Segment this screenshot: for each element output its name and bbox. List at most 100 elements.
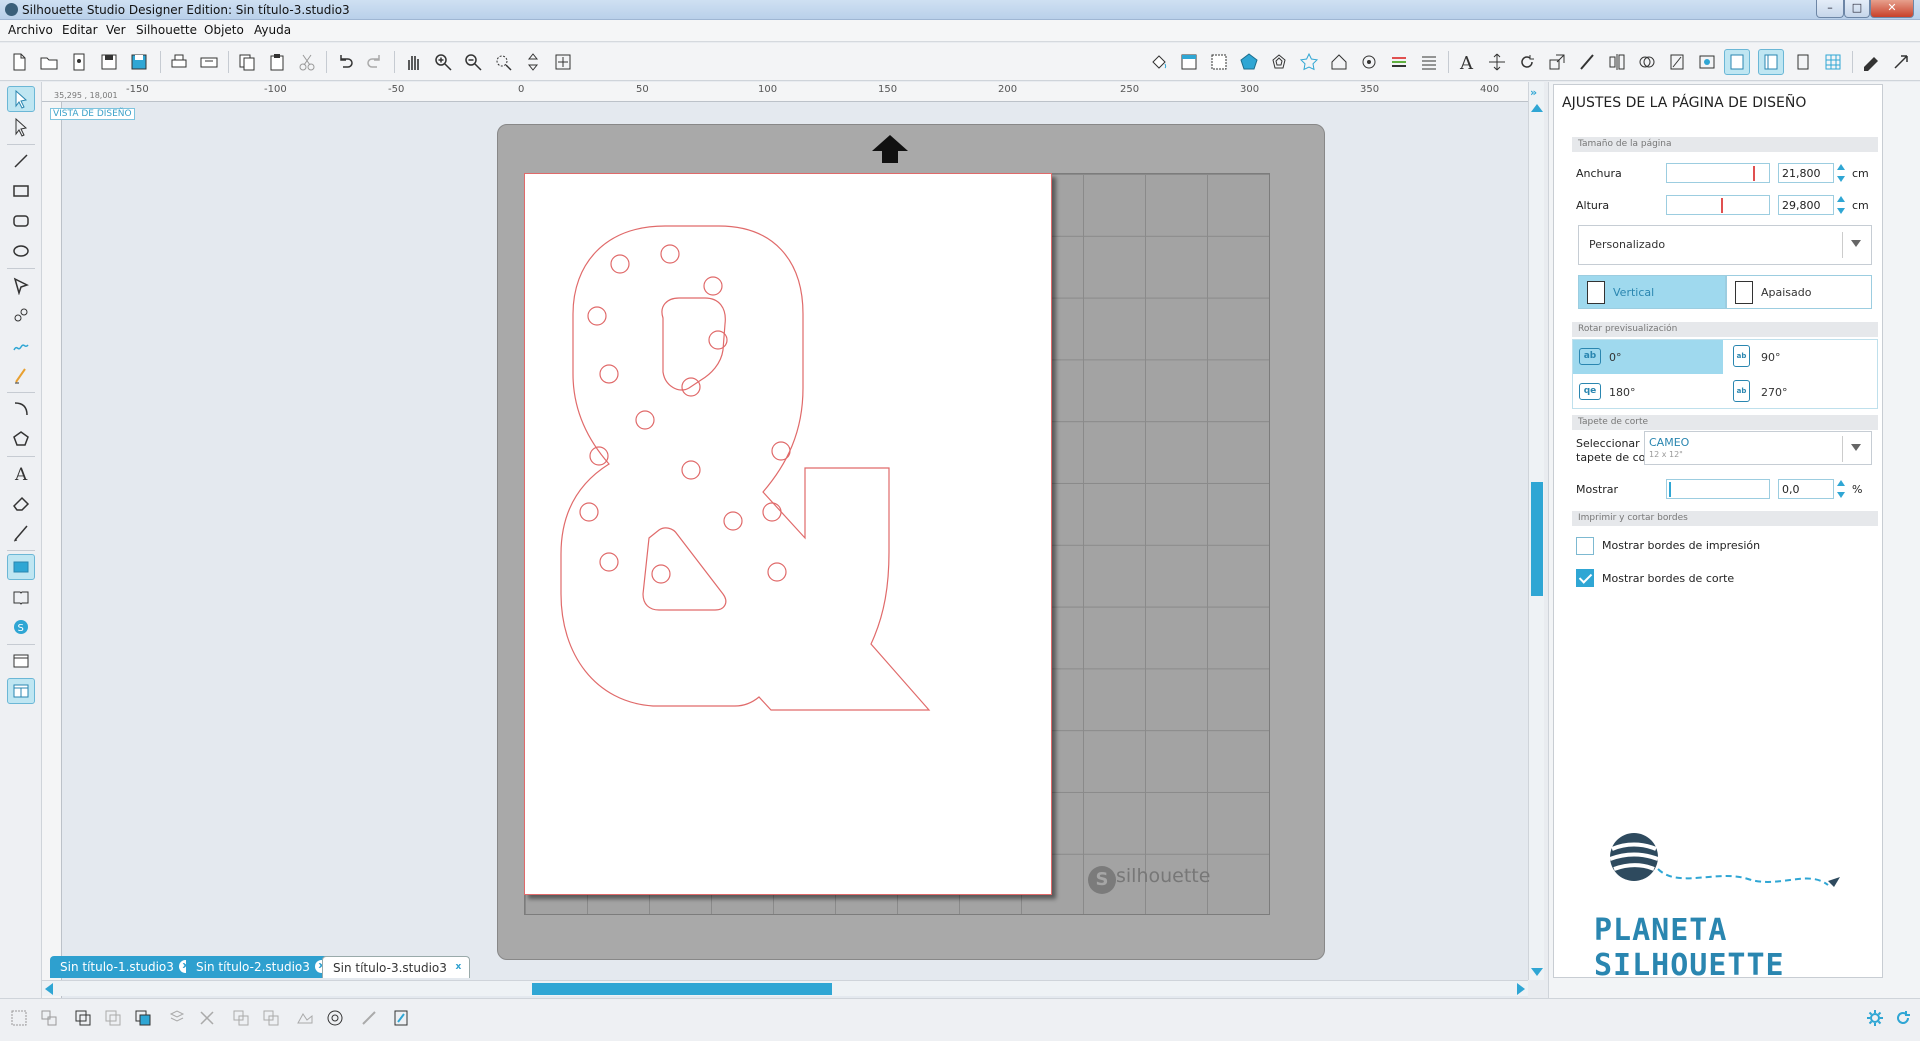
library-view-icon[interactable] — [7, 584, 35, 610]
send-icon[interactable] — [196, 49, 222, 75]
pan-icon[interactable] — [400, 49, 426, 75]
tab-document-2[interactable]: Sin título-2.studio3 x — [186, 956, 332, 978]
new-doc-icon[interactable] — [6, 49, 32, 75]
zoom-select-icon[interactable] — [490, 49, 516, 75]
drag-zoom-icon[interactable] — [520, 49, 546, 75]
scroll-up-icon[interactable] — [1531, 104, 1543, 112]
knife-icon[interactable] — [1664, 49, 1690, 75]
polygon-tool-icon[interactable] — [7, 272, 35, 298]
width-slider[interactable] — [1666, 163, 1770, 183]
compound-path-icon[interactable] — [70, 1005, 96, 1031]
close-button[interactable]: ✕ — [1870, 0, 1914, 18]
store-view-icon[interactable]: S — [7, 614, 35, 640]
smooth-freehand-tool-icon[interactable] — [7, 362, 35, 388]
menu-editar[interactable]: Editar — [62, 23, 98, 37]
menu-objeto[interactable]: Objeto — [204, 23, 244, 37]
send-to-cut-icon[interactable] — [388, 1005, 414, 1031]
ungroup-icon[interactable] — [36, 1005, 62, 1031]
font-icon[interactable]: A — [1454, 49, 1480, 75]
width-slider-handle[interactable] — [1753, 166, 1755, 181]
send-silhouette-icon[interactable] — [1858, 49, 1884, 75]
refresh-icon[interactable] — [1890, 1005, 1916, 1031]
rotate-90-option[interactable]: ab 90° — [1725, 340, 1875, 374]
rectangle-tool-icon[interactable] — [7, 178, 35, 204]
offset-target-icon[interactable] — [322, 1005, 348, 1031]
menu-ver[interactable]: Ver — [106, 23, 126, 37]
group-icon[interactable] — [6, 1005, 32, 1031]
arc-tool-icon[interactable] — [7, 396, 35, 422]
fit-page-icon[interactable] — [550, 49, 576, 75]
copy-icon[interactable] — [234, 49, 260, 75]
height-slider[interactable] — [1666, 195, 1770, 215]
rotate-180-option[interactable]: qe 180° — [1573, 375, 1723, 409]
house-icon[interactable] — [1326, 49, 1352, 75]
mat-opacity-slider[interactable] — [1666, 479, 1770, 499]
vertical-scroll-thumb[interactable] — [1531, 482, 1543, 596]
star-icon[interactable] — [1296, 49, 1322, 75]
release-compound-icon[interactable] — [100, 1005, 126, 1031]
save-icon[interactable] — [96, 49, 122, 75]
ellipse-tool-icon[interactable] — [7, 238, 35, 264]
vertical-scrollbar[interactable]: » — [1528, 82, 1544, 980]
point-edit-tool-icon[interactable] — [7, 114, 35, 140]
rotate-icon[interactable] — [1514, 49, 1540, 75]
design-page-view-icon[interactable] — [7, 554, 35, 580]
settings-gear-icon[interactable] — [1862, 1005, 1888, 1031]
fill-pattern-icon[interactable] — [292, 1005, 318, 1031]
scroll-left-icon[interactable] — [45, 983, 53, 995]
width-input[interactable] — [1778, 163, 1834, 183]
height-input[interactable] — [1778, 195, 1834, 215]
replicate-icon[interactable] — [1356, 49, 1382, 75]
scroll-right-icon[interactable] — [1517, 983, 1525, 995]
modify-icon[interactable] — [1634, 49, 1660, 75]
align-icon[interactable] — [1604, 49, 1630, 75]
scale-icon[interactable] — [1544, 49, 1570, 75]
select-tool-icon[interactable] — [7, 86, 35, 112]
undo-icon[interactable] — [332, 49, 358, 75]
mirror-icon[interactable] — [258, 1005, 284, 1031]
save-media-icon[interactable] — [126, 49, 152, 75]
fill-icon[interactable] — [1146, 49, 1172, 75]
line-style-icon[interactable] — [1386, 49, 1412, 75]
mat-opacity-input[interactable] — [1778, 479, 1834, 499]
text-tool-icon[interactable]: A — [7, 460, 35, 486]
design-page[interactable] — [524, 173, 1052, 895]
tab-close-icon[interactable]: x — [452, 961, 465, 974]
open-icon[interactable] — [36, 49, 62, 75]
cut-icon[interactable] — [294, 49, 320, 75]
mat-opacity-handle[interactable] — [1669, 482, 1671, 497]
weld-icon[interactable] — [164, 1005, 190, 1031]
delete-icon[interactable] — [194, 1005, 220, 1031]
trace-icon[interactable] — [356, 1005, 382, 1031]
knife-tool-icon[interactable] — [7, 520, 35, 546]
orientation-landscape-button[interactable]: Apaisado — [1726, 275, 1872, 309]
print-borders-checkbox[interactable] — [1576, 537, 1594, 555]
horizontal-scroll-thumb[interactable] — [532, 983, 832, 995]
height-spinner[interactable] — [1836, 195, 1846, 215]
pentagon-icon[interactable] — [1236, 49, 1262, 75]
tab-document-1[interactable]: Sin título-1.studio3 x — [50, 956, 196, 978]
eraser-tool-icon[interactable] — [7, 490, 35, 516]
expand-icon[interactable] — [1888, 49, 1914, 75]
regular-polygon-tool-icon[interactable] — [7, 426, 35, 452]
scroll-down-icon[interactable] — [1531, 968, 1543, 976]
ampersand-shape[interactable] — [525, 174, 1053, 896]
design-page-icon[interactable] — [1790, 49, 1816, 75]
page-preset-select[interactable]: Personalizado — [1578, 225, 1872, 265]
panel-expand-icon[interactable]: » — [1530, 86, 1537, 99]
redo-icon[interactable] — [362, 49, 388, 75]
height-slider-handle[interactable] — [1721, 198, 1723, 213]
minimize-button[interactable]: – — [1816, 0, 1844, 18]
line-tool-icon[interactable] — [7, 148, 35, 174]
shear-icon[interactable] — [1574, 49, 1600, 75]
bring-front-icon[interactable] — [130, 1005, 156, 1031]
line-color-icon[interactable] — [1176, 49, 1202, 75]
transform-icon[interactable] — [1484, 49, 1510, 75]
menu-silhouette[interactable]: Silhouette — [136, 23, 197, 37]
width-spinner[interactable] — [1836, 163, 1846, 183]
print-icon[interactable] — [166, 49, 192, 75]
gradient-icon[interactable] — [1206, 49, 1232, 75]
cutting-mat-select[interactable]: CAMEO 12 x 12" — [1644, 431, 1872, 465]
grid-icon[interactable] — [1820, 49, 1846, 75]
zoom-in-icon[interactable] — [430, 49, 456, 75]
